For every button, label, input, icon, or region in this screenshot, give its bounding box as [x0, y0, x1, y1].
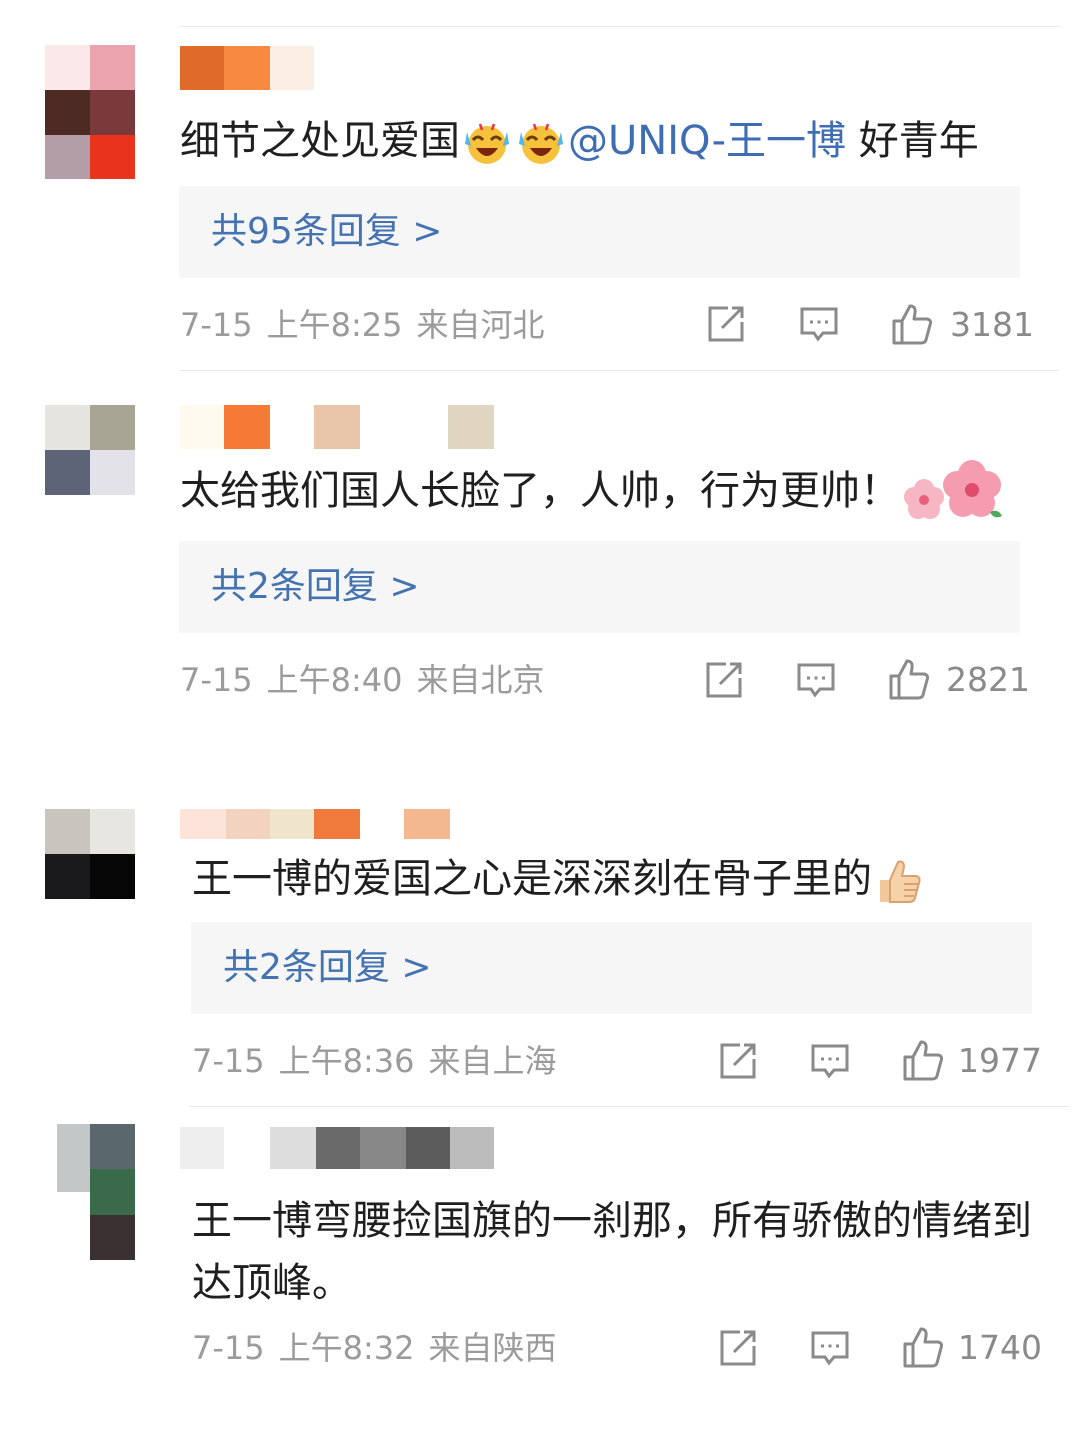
reply-count-button[interactable]: 共2条回复 > — [179, 541, 1020, 633]
comment-date: 7-15 — [180, 306, 253, 344]
comment-meta: 7-15 上午8:25 来自河北 — [180, 303, 559, 347]
comment-date: 7-15 — [192, 1042, 265, 1080]
share-icon[interactable] — [704, 660, 744, 700]
like-count: 2821 — [946, 660, 1030, 699]
laughing-crying-emoji — [465, 123, 509, 164]
share-icon[interactable] — [718, 1328, 758, 1368]
comment-time: 上午8:36 — [278, 1042, 415, 1080]
comment-time: 上午8:32 — [278, 1329, 415, 1367]
share-icon[interactable] — [706, 304, 746, 344]
comment-location: 来自上海 — [428, 1042, 557, 1080]
comment-date: 7-15 — [192, 1329, 265, 1367]
thumbs-up-emoji — [880, 860, 921, 903]
comment-icon[interactable] — [796, 660, 836, 700]
comment-text: 太给我们国人长脸了，人帅，行为更帅！ — [180, 456, 1014, 526]
comment-icon[interactable] — [799, 304, 839, 344]
avatar[interactable] — [45, 45, 135, 179]
comment-location: 来自河北 — [416, 306, 545, 344]
username-blurred[interactable] — [180, 809, 480, 839]
username-blurred[interactable] — [180, 1127, 500, 1169]
comment-text: 细节之处见爱国 @UNIQ-王一博 好青年 — [180, 110, 979, 172]
like-count: 1977 — [958, 1041, 1042, 1080]
like-count: 3181 — [950, 305, 1034, 344]
flower-emoji — [904, 460, 1002, 519]
comment-meta: 7-15 上午8:32 来自陕西 — [192, 1326, 571, 1370]
like-icon[interactable] — [890, 302, 934, 346]
like-icon[interactable] — [901, 1038, 945, 1082]
comment-icon[interactable] — [810, 1328, 850, 1368]
like-icon[interactable] — [887, 657, 931, 701]
like-icon[interactable] — [901, 1325, 945, 1369]
username-blurred[interactable] — [180, 46, 320, 90]
comment-divider — [190, 1106, 1069, 1107]
comment-divider — [180, 370, 1058, 371]
comment-text: 王一博的爱国之心是深深刻在骨子里的 — [192, 848, 926, 910]
comment-time: 上午8:25 — [266, 306, 403, 344]
comment-meta: 7-15 上午8:40 来自北京 — [180, 658, 559, 702]
reply-count-label: 共95条回复 > — [211, 211, 443, 252]
comment-date: 7-15 — [180, 661, 253, 699]
username-blurred[interactable] — [180, 405, 500, 449]
comment-time: 上午8:40 — [266, 661, 403, 699]
reply-count-label: 共2条回复 > — [211, 566, 420, 607]
reply-count-button[interactable]: 共95条回复 > — [179, 186, 1020, 278]
laughing-crying-emoji — [519, 123, 563, 164]
comment-meta: 7-15 上午8:36 来自上海 — [192, 1039, 571, 1083]
avatar[interactable] — [45, 809, 135, 899]
comment-location: 来自陕西 — [428, 1329, 557, 1367]
avatar[interactable] — [45, 405, 135, 495]
avatar[interactable] — [45, 1124, 135, 1260]
top-divider — [180, 26, 1060, 27]
reply-count-label: 共2条回复 > — [223, 947, 432, 988]
comment-icon[interactable] — [810, 1041, 850, 1081]
comment-location: 来自北京 — [416, 661, 545, 699]
share-icon[interactable] — [718, 1041, 758, 1081]
comment-text: 王一博弯腰捡国旗的一刹那，所有骄傲的情绪到达顶峰。 — [192, 1198, 1032, 1306]
reply-count-button[interactable]: 共2条回复 > — [191, 922, 1032, 1014]
mention-link[interactable]: @UNIQ-王一博 — [568, 118, 846, 164]
like-count: 1740 — [958, 1328, 1042, 1367]
